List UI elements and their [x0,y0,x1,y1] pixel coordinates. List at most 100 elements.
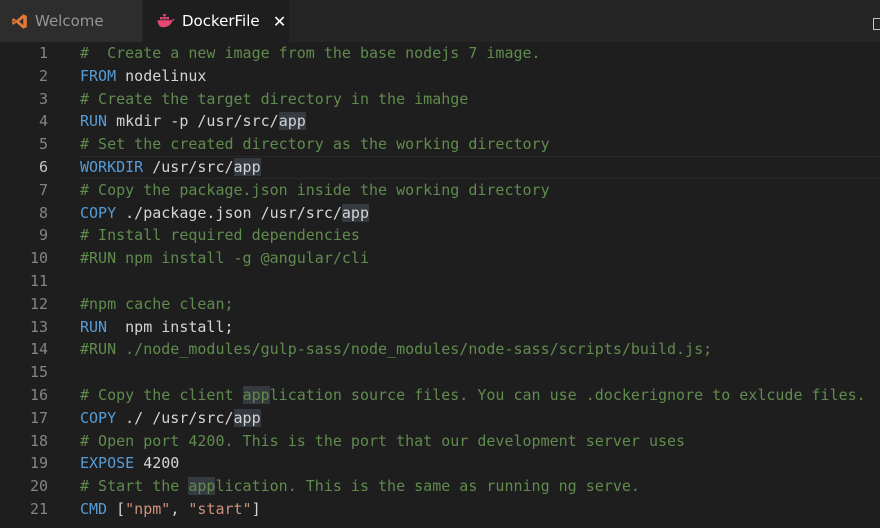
code-line[interactable]: 12 #npm cache clean; [0,293,880,316]
line-number: 15 [29,363,48,382]
code-text: EXPOSE 4200 [80,452,179,475]
code-token: nodelinux [116,66,207,85]
code-token: 4200 [134,454,180,473]
code-text: # Open port 4200. This is the port that … [80,430,685,453]
code-token: RUN [80,317,108,336]
code-token: app [233,158,261,176]
line-number: 6 [38,158,48,176]
code-text: RUN npm install; [80,316,234,339]
code-token: "start" [188,500,252,518]
code-text: # Copy the package.json inside the worki… [80,179,550,202]
code-token: COPY [80,408,117,427]
code-token: lication. This is the same as running ng… [215,477,640,496]
code-text: FROM nodelinux [80,65,206,88]
tab-dockerfile[interactable]: DockerFile ✕ [143,0,289,42]
code-token: app [278,112,306,131]
code-text: #RUN ./node_modules/gulp-sass/node_modul… [80,338,712,361]
code-line[interactable]: 6 WORKDIR /usr/src/app [0,156,880,179]
code-token: COPY [80,203,117,222]
code-line[interactable]: 19 EXPOSE 4200 [0,452,880,475]
code-text: # Start the application. This is the sam… [80,475,640,498]
code-token: ] [251,500,261,518]
code-line[interactable]: 13 RUN npm install; [0,316,880,339]
line-number: 3 [38,89,48,108]
code-token: /usr/src/ [143,158,234,176]
code-token: # Copy the client [80,386,243,404]
line-number: 7 [38,180,48,199]
code-line[interactable]: 7 # Copy the package.json inside the work… [0,179,880,202]
code-line[interactable]: 1 # Create a new image from the base node… [0,42,880,65]
tab-welcome[interactable]: Welcome [0,0,142,42]
code-token: FROM [80,66,117,85]
code-line[interactable]: 2 FROM nodelinux [0,65,880,88]
code-token: npm install; [107,317,234,336]
docker-icon [157,12,175,30]
code-token: # Install required dependencies [80,226,360,245]
code-line[interactable]: 4 RUN mkdir -p /usr/src/app [0,110,880,133]
split-editor-icon[interactable] [873,18,880,30]
tab-dockerfile-label: DockerFile [182,12,260,30]
code-text: COPY ./ /usr/src/app [80,407,261,430]
code-line[interactable]: 11 [0,270,880,293]
line-number: 20 [29,477,48,496]
line-number: 11 [29,272,48,290]
code-line[interactable]: 5 # Set the created directory as the work… [0,133,880,156]
code-text: RUN mkdir -p /usr/src/app [80,110,306,133]
code-token: app [242,386,270,404]
code-line[interactable]: 20 # Start the application. This is the s… [0,475,880,498]
code-line[interactable]: 21 CMD ["npm", "start"] [0,498,880,521]
code-token: # Set the created directory as the worki… [80,135,550,154]
line-number: 18 [29,431,48,450]
line-number: 14 [29,340,48,359]
line-number: 10 [29,249,48,268]
line-number: 5 [38,135,48,154]
code-editor[interactable]: 1 # Create a new image from the base node… [0,42,880,528]
code-token: "npm" [125,500,171,518]
code-token: EXPOSE [80,454,135,473]
code-token: app [233,408,261,427]
code-text: # Install required dependencies [80,224,360,247]
line-number: 4 [38,112,48,131]
code-text: # Set the created directory as the worki… [80,133,550,156]
code-line[interactable]: 10 #RUN npm install -g @angular/cli [0,247,880,270]
code-line[interactable]: 3 # Create the target directory in the im… [0,88,880,111]
code-token: RUN [80,112,108,131]
code-line[interactable]: 16 # Copy the client application source f… [0,384,880,407]
code-token: WORKDIR [80,158,144,176]
code-token: # Copy the package.json inside the worki… [80,180,550,199]
code-token: ./ /usr/src/ [116,408,234,427]
code-text: #npm cache clean; [80,293,234,316]
code-line[interactable]: 18 # Open port 4200. This is the port tha… [0,430,880,453]
line-number: 1 [38,44,48,62]
vscode-icon [10,12,28,30]
line-number: 13 [29,317,48,336]
code-line[interactable]: 14 #RUN ./node_modules/gulp-sass/node_mod… [0,338,880,361]
code-token: mkdir -p /usr/src/ [107,112,279,131]
line-number: 16 [29,386,48,404]
line-number: 8 [38,203,48,222]
code-token: #RUN npm install -g @angular/cli [80,249,369,268]
code-token: , [170,500,189,518]
code-text: #RUN npm install -g @angular/cli [80,247,369,270]
line-number: 19 [29,454,48,473]
code-text: # Create the target directory in the ima… [80,88,468,111]
line-number: 9 [38,226,48,245]
code-token: #RUN ./node_modules/gulp-sass/node_modul… [80,340,713,359]
code-line[interactable]: 17 COPY ./ /usr/src/app [0,407,880,430]
code-text: COPY ./package.json /usr/src/app [80,202,369,225]
code-line[interactable]: 8 COPY ./package.json /usr/src/app [0,202,880,225]
line-number: 12 [29,294,48,313]
code-line[interactable]: 9 # Install required dependencies [0,224,880,247]
code-line[interactable]: 15 [0,361,880,384]
code-token: [ [107,500,126,518]
code-token: # Open port 4200. This is the port that … [80,431,686,450]
tab-welcome-label: Welcome [35,12,104,30]
code-text: CMD ["npm", "start"] [80,498,261,521]
code-token: app [188,477,216,496]
code-token: # Start the [80,477,189,496]
code-text: # Create a new image from the base nodej… [80,42,541,65]
code-token: CMD [80,500,108,518]
code-token: # Create the target directory in the ima… [80,89,469,108]
close-icon[interactable]: ✕ [273,12,287,31]
line-number: 2 [38,66,48,85]
